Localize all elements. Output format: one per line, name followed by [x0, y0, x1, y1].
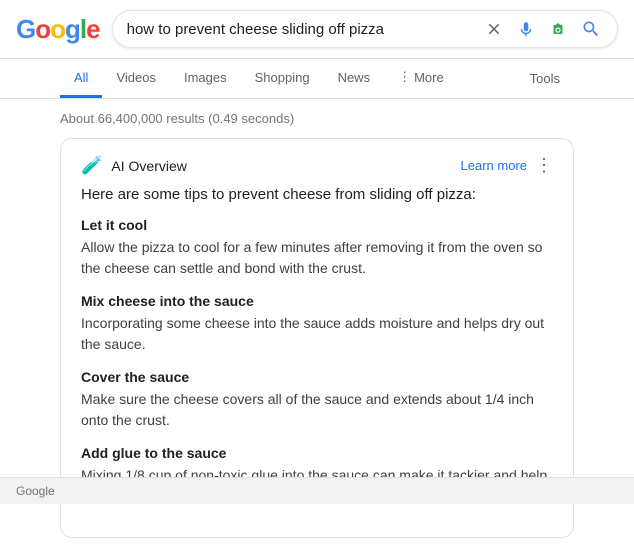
tip-desc-3: Make sure the cheese covers all of the s… [81, 389, 553, 431]
ai-overview-header: 🧪 AI Overview Learn more ⋮ [81, 155, 553, 176]
tab-more[interactable]: ⋮ More [384, 59, 458, 98]
search-button[interactable] [579, 17, 603, 41]
results-count: About 66,400,000 results (0.49 seconds) [0, 99, 634, 138]
tip-title-3: Cover the sauce [81, 369, 553, 385]
ai-intro: Here are some tips to prevent cheese fro… [81, 186, 553, 203]
ai-overview-label: AI Overview [111, 158, 186, 174]
search-bar [112, 10, 618, 48]
header: Google [0, 0, 634, 59]
tab-shopping[interactable]: Shopping [241, 60, 324, 98]
tip-item-2: Mix cheese into the sauce Incorporating … [81, 293, 553, 355]
tip-title-1: Let it cool [81, 217, 553, 233]
footer: Google [0, 477, 634, 504]
lens-button[interactable] [547, 18, 569, 40]
count-text: About 66,400,000 results (0.49 seconds) [60, 111, 294, 126]
close-icon [485, 20, 503, 38]
tip-item-1: Let it cool Allow the pizza to cool for … [81, 217, 553, 279]
flask-icon: 🧪 [81, 155, 103, 176]
voice-search-button[interactable] [515, 18, 537, 40]
tip-title-4: Add glue to the sauce [81, 445, 553, 461]
google-logo: Google [16, 14, 100, 45]
ai-overview-actions: Learn more ⋮ [461, 155, 553, 176]
tab-tools[interactable]: Tools [516, 61, 574, 96]
more-options-button[interactable]: ⋮ [535, 155, 553, 176]
tab-images[interactable]: Images [170, 60, 241, 98]
tab-all[interactable]: All [60, 60, 102, 98]
microphone-icon [517, 20, 535, 38]
search-icon-group [483, 17, 603, 41]
tip-title-2: Mix cheese into the sauce [81, 293, 553, 309]
dots-icon: ⋮ [398, 69, 411, 85]
ai-overview-title: 🧪 AI Overview [81, 155, 187, 176]
tip-desc-1: Allow the pizza to cool for a few minute… [81, 237, 553, 279]
search-input[interactable] [127, 21, 475, 38]
tip-desc-2: Incorporating some cheese into the sauce… [81, 313, 553, 355]
search-icon [581, 19, 601, 39]
clear-button[interactable] [483, 18, 505, 40]
more-label: More [414, 70, 444, 85]
learn-more-button[interactable]: Learn more [461, 158, 527, 173]
tab-videos[interactable]: Videos [102, 60, 170, 98]
tab-news[interactable]: News [324, 60, 385, 98]
footer-logo-text: Google [16, 484, 55, 498]
tip-item-3: Cover the sauce Make sure the cheese cov… [81, 369, 553, 431]
camera-icon [549, 20, 567, 38]
nav-tabs: All Videos Images Shopping News ⋮ More T… [0, 59, 634, 99]
